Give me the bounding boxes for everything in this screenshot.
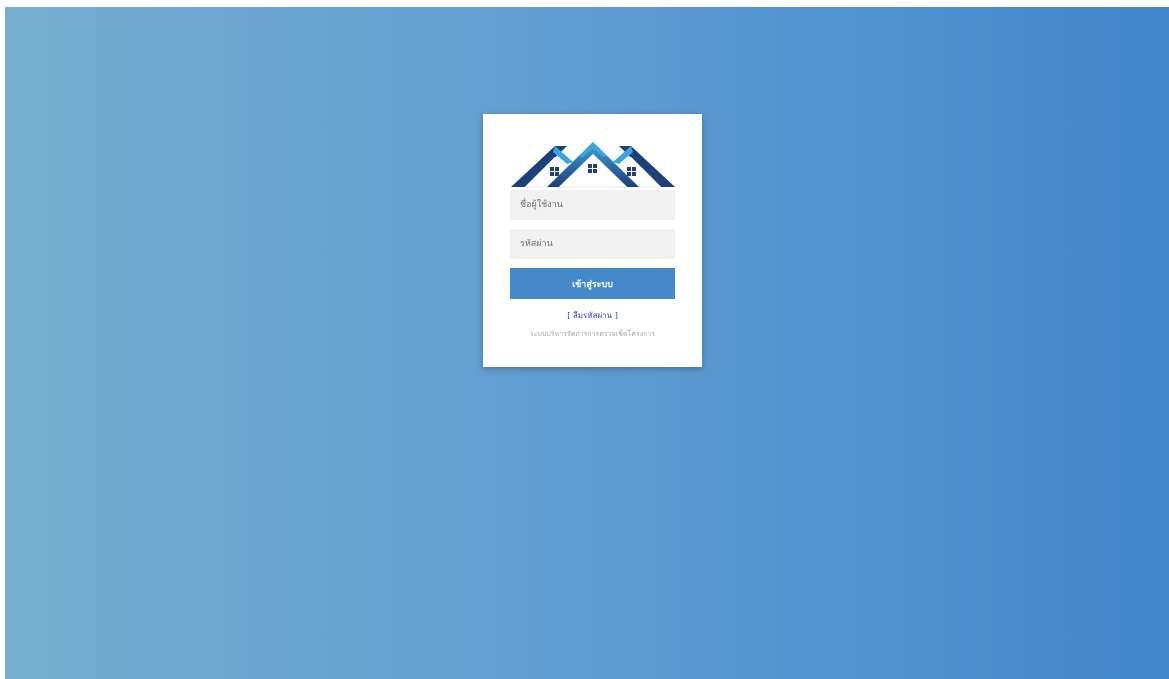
- system-subtitle: ระบบบริหารจัดการการตรวจเช็คโครงการ: [529, 330, 656, 338]
- forgot-password-row: [ ลืมรหัสผ่าน ]: [483, 309, 702, 322]
- username-input[interactable]: [510, 190, 675, 220]
- forgot-password-link[interactable]: ลืมรหัสผ่าน: [573, 311, 612, 320]
- page-background: เข้าสู่ระบบ [ ลืมรหัสผ่าน ] ระบบบริหารจั…: [5, 7, 1169, 679]
- forgot-bracket-open: [: [567, 311, 571, 320]
- login-card: เข้าสู่ระบบ [ ลืมรหัสผ่าน ] ระบบบริหารจั…: [483, 114, 702, 367]
- houses-logo-icon: [511, 142, 675, 188]
- forgot-bracket-close: ]: [614, 311, 618, 320]
- password-input[interactable]: [510, 229, 675, 259]
- login-button[interactable]: เข้าสู่ระบบ: [510, 268, 675, 299]
